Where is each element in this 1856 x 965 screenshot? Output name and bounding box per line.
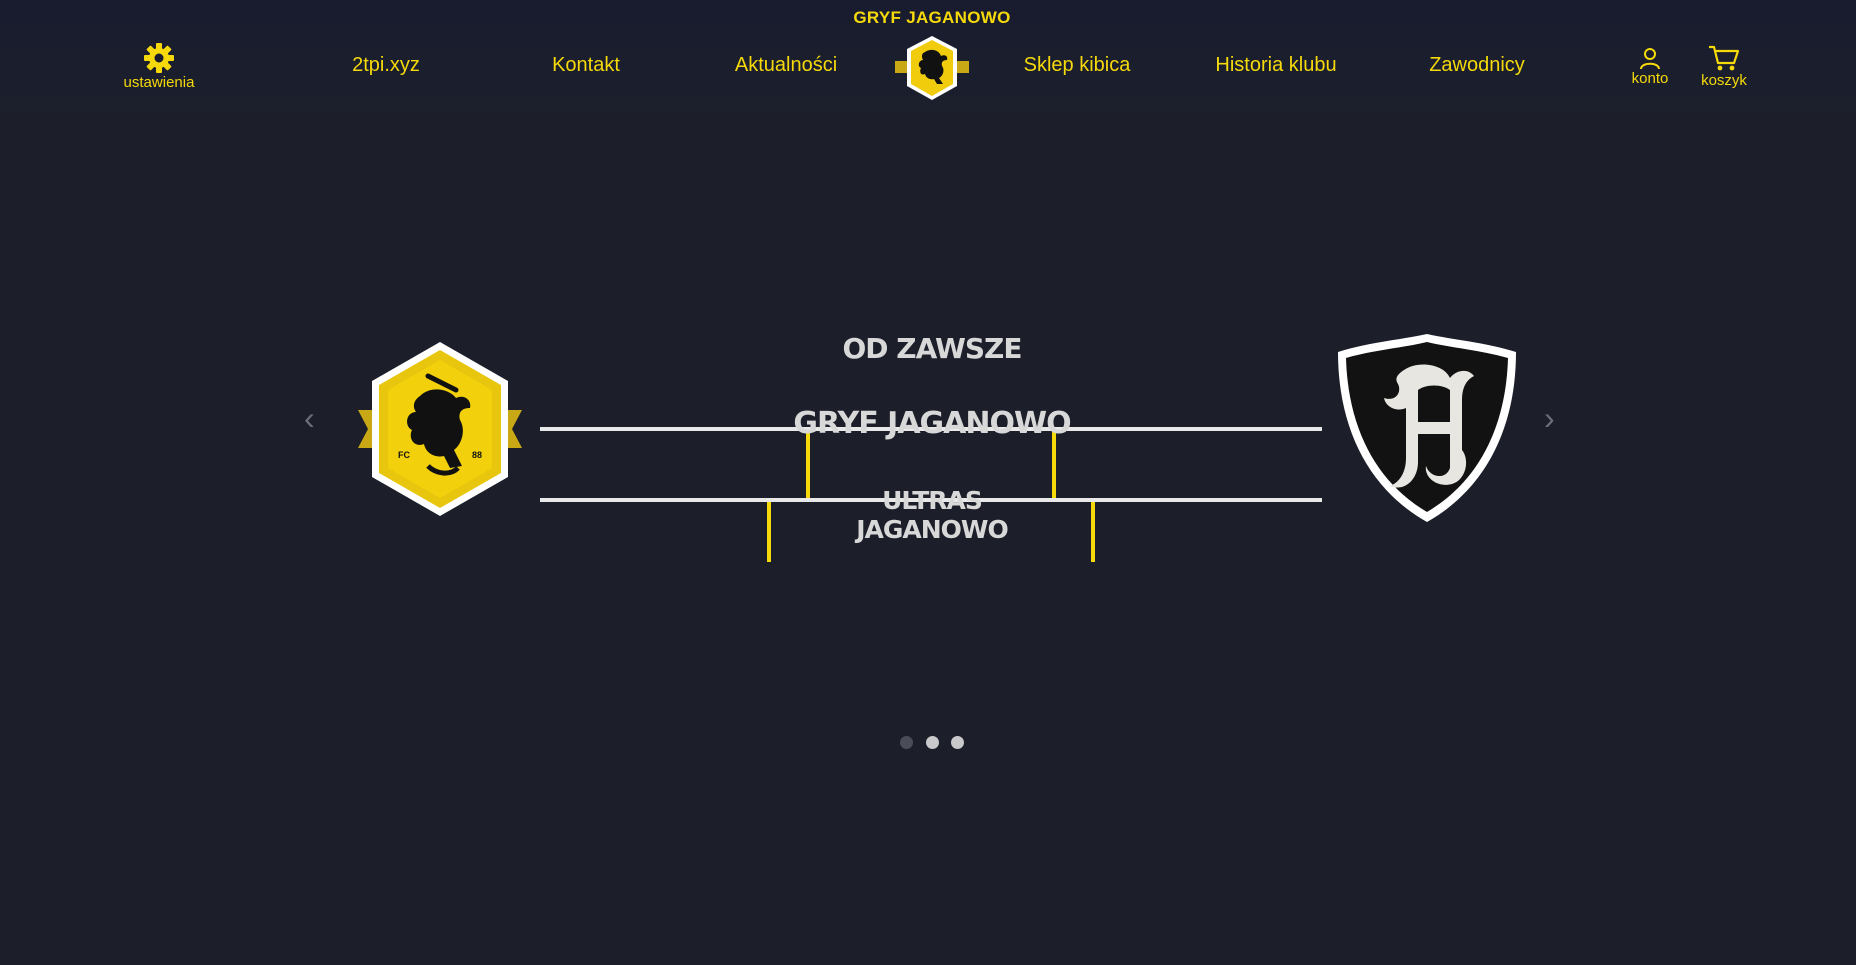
user-icon (1640, 48, 1660, 70)
cart-label: koszyk (1701, 72, 1747, 89)
club-logo-header[interactable] (895, 34, 969, 104)
gryf-crest-image: FC 88 (358, 342, 522, 516)
account-button[interactable]: konto (1622, 46, 1678, 87)
site-header: GRYF JAGANOWO ustawienia 2tpi.xyz Kontak… (0, 0, 1856, 112)
crest-text-88: 88 (472, 450, 482, 460)
settings-button[interactable]: ustawienia (112, 42, 206, 91)
site-title: GRYF JAGANOWO (853, 8, 1011, 27)
slogan-text-2: GRYF JAGANOWO (770, 406, 1094, 441)
slider-prev-arrow[interactable]: ‹ (304, 402, 315, 434)
slogan-line-2-text: GRYF JAGANOWO (793, 406, 1071, 441)
gear-icon (144, 43, 174, 73)
nav-sklep-kibica[interactable]: Sklep kibica (1014, 54, 1140, 77)
nav-kontakt[interactable]: Kontakt (526, 54, 646, 77)
slider-dot-3[interactable] (950, 736, 964, 749)
nav-2tpi[interactable]: 2tpi.xyz (326, 54, 446, 77)
slogan-text-3: ULTRAS JAGANOWO (808, 486, 1056, 544)
nav-zawodnicy[interactable]: Zawodnicy (1418, 54, 1536, 77)
nav-aktualnosci[interactable]: Aktualności (721, 54, 851, 77)
slogan-line-3-text: ULTRAS JAGANOWO (856, 486, 1009, 544)
cart-icon (1709, 45, 1740, 71)
crest-text-fc: FC (398, 450, 410, 460)
nav-historia-klubu[interactable]: Historia klubu (1208, 54, 1344, 77)
rival-crest-image (1338, 334, 1516, 522)
slogan-line-1-text: OD ZAWSZE (842, 332, 1023, 365)
settings-label: ustawienia (123, 74, 195, 91)
slider-dots (0, 736, 1856, 754)
slider-dot-1[interactable] (900, 736, 914, 749)
cart-button[interactable]: koszyk (1694, 44, 1754, 89)
slider-dot-2[interactable] (925, 736, 939, 749)
slider-next-arrow[interactable]: › (1544, 402, 1555, 434)
account-label: konto (1631, 70, 1669, 87)
slogan-text-1: OD ZAWSZE (808, 332, 1056, 365)
